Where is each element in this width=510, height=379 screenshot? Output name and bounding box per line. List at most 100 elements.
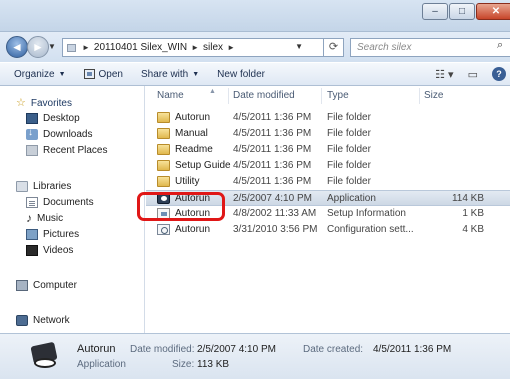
close-icon: ✕ [491,6,501,17]
folder-icon [157,128,170,139]
open-label: Open [98,68,123,80]
file-list: Name ▲ Date modified Type Size Autorun 4/… [137,86,510,333]
nav-favorites[interactable]: ☆ Favorites [16,96,72,111]
address-dropdown-icon[interactable]: ▼ [295,42,303,51]
new-folder-button[interactable]: New folder [217,69,265,80]
file-name: Manual [175,128,208,139]
open-icon [83,69,95,79]
nav-music[interactable]: ♪ Music [26,211,63,226]
search-input[interactable]: Search silex [350,38,510,57]
file-date-modified: 4/5/2011 1:36 PM [233,176,312,187]
details-date-modified-label: Date modified: [130,344,195,355]
file-date-modified: 4/8/2002 11:33 AM [233,208,317,219]
table-row[interactable]: Readme 4/5/2011 1:36 PM File folder [146,142,510,158]
recent-pages-dropdown-icon[interactable]: ▼ [48,42,56,51]
organize-button[interactable]: Organize ▼ [14,69,66,80]
setup-information-icon [157,208,170,219]
nav-videos[interactable]: Videos [26,243,73,258]
nav-desktop[interactable]: Desktop [26,111,80,126]
nav-network[interactable]: Network [16,313,70,328]
column-divider[interactable] [419,88,420,104]
minimize-icon: – [432,6,438,17]
breadcrumb-item[interactable]: silex [203,42,223,53]
file-name: Autorun [175,112,211,123]
view-options-icon[interactable]: ☷ ▾ [435,68,453,81]
table-row[interactable]: Manual 4/5/2011 1:36 PM File folder [146,126,510,142]
refresh-button[interactable]: ⟳ [324,38,344,57]
table-row[interactable]: Autorun 2/5/2007 4:10 PM Application 114 KB [146,190,510,206]
breadcrumb-separator-icon[interactable]: ► [191,43,199,52]
column-label: Name [157,90,184,101]
chevron-down-icon: ▼ [192,70,200,78]
address-bar: ◄ ► ▼ ► 20110401 Silex_WIN ► silex ► ▼ ⟳… [0,32,510,62]
file-name: Setup Guide [175,160,231,171]
file-name: Autorun [175,193,211,204]
nav-documents[interactable]: Documents [26,195,94,210]
breadcrumb-item[interactable]: 20110401 Silex_WIN [94,42,187,53]
file-size [424,142,484,158]
column-header-size[interactable]: Size [424,86,443,106]
folder-icon [157,176,170,187]
details-file-name: Autorun [77,343,116,355]
close-button[interactable]: ✕ [476,3,510,20]
table-row[interactable]: Autorun 4/8/2002 11:33 AM Setup Informatio… [146,206,510,222]
file-type: Setup Information [327,208,406,219]
nav-computer[interactable]: Computer [16,278,77,293]
file-date-modified: 4/5/2011 1:36 PM [233,128,312,139]
table-row[interactable]: Autorun 4/5/2011 1:36 PM File folder [146,110,510,126]
column-label: Date modified [233,90,295,101]
column-header-name[interactable]: Name ▲ [157,86,216,106]
nav-label: Downloads [43,129,93,140]
nav-libraries[interactable]: Libraries [16,179,71,194]
nav-label: Pictures [43,229,80,240]
table-row[interactable]: Autorun 3/31/2010 3:56 PM Configuration se… [146,222,510,238]
forward-arrow-icon: ► [32,40,44,54]
libraries-icon [16,181,28,192]
nav-pictures[interactable]: Pictures [26,227,79,242]
address-field[interactable]: ► 20110401 Silex_WIN ► silex ► ▼ [62,38,324,57]
computer-icon [16,280,28,291]
column-divider[interactable] [228,88,229,104]
file-name: Readme [175,144,213,155]
recent-places-icon [26,145,38,156]
nav-recent-places[interactable]: Recent Places [26,143,107,158]
file-size [424,110,484,126]
pictures-icon [26,229,38,240]
nav-downloads[interactable]: Downloads [26,127,92,142]
file-date-modified: 4/5/2011 1:36 PM [233,160,312,171]
forward-button[interactable]: ► [27,36,49,58]
back-button[interactable]: ◄ [6,36,28,58]
table-row[interactable]: Utility 4/5/2011 1:36 PM File folder [146,174,510,190]
file-type: Application [327,193,376,204]
details-file-type: Application [77,359,126,370]
details-size: 113 KB [197,359,230,370]
nav-label: Computer [33,280,77,291]
file-type: File folder [327,176,371,187]
nav-label: Music [37,213,64,224]
minimize-button[interactable]: – [422,3,448,20]
open-button[interactable]: Open [83,68,123,80]
folder-icon [157,144,170,155]
downloads-icon [26,127,38,140]
breadcrumb-separator-icon[interactable]: ► [227,43,235,52]
application-icon [30,341,60,372]
column-header-type[interactable]: Type [327,86,349,106]
search-icon[interactable]: ⌕ [497,39,503,52]
table-row[interactable]: Setup Guide 4/5/2011 1:36 PM File folder [146,158,510,174]
maximize-button[interactable]: □ [449,3,475,20]
details-size-label: Size: [172,359,195,370]
file-type: File folder [327,160,371,171]
help-icon[interactable]: ? [492,67,506,81]
file-date-modified: 3/31/2010 3:56 PM [233,224,318,235]
preview-pane-icon[interactable]: ▭ [468,68,478,81]
file-type: File folder [327,128,371,139]
window-controls: – □ ✕ [421,3,510,20]
details-date-modified: 2/5/2007 4:10 PM [197,344,276,355]
column-header-date-modified[interactable]: Date modified [233,86,295,106]
share-with-button[interactable]: Share with ▼ [141,69,199,80]
file-type: File folder [327,144,371,155]
file-date-modified: 4/5/2011 1:36 PM [233,112,312,123]
back-arrow-icon: ◄ [11,40,23,54]
column-divider[interactable] [321,88,322,104]
file-size: 1 KB [462,208,484,219]
